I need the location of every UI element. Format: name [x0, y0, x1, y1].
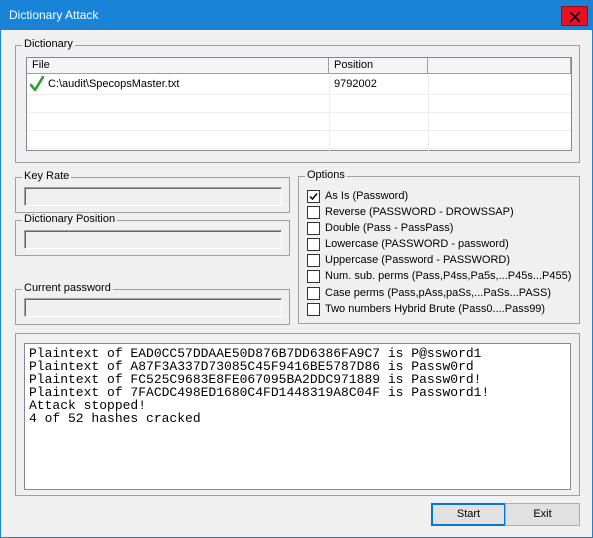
option-label: Case perms (Pass,pAss,paSs,...PaSs...PAS… — [325, 287, 551, 299]
dictionary-group-label: Dictionary — [22, 38, 75, 50]
column-header-empty[interactable] — [428, 58, 571, 74]
option-label: As Is (Password) — [325, 190, 409, 202]
list-row[interactable]: C:\audit\SpecopsMaster.txt 9792002 — [27, 75, 571, 94]
window-title: Dictionary Attack — [9, 8, 99, 22]
grid-line — [329, 75, 330, 151]
grid-line — [428, 75, 429, 151]
start-button[interactable]: Start — [431, 503, 506, 526]
key-rate-label: Key Rate — [22, 170, 72, 182]
checkbox[interactable] — [307, 303, 320, 316]
column-header-position[interactable]: Position — [329, 58, 428, 74]
option-label: Two numbers Hybrid Brute (Pass0....Pass9… — [325, 303, 546, 315]
grid-line — [27, 94, 571, 95]
dictionary-position-label: Dictionary Position — [22, 213, 118, 225]
list-header: File Position — [27, 58, 571, 74]
position-cell: 9792002 — [334, 78, 377, 90]
checkbox[interactable] — [307, 287, 320, 300]
current-password-field — [24, 298, 282, 317]
close-icon — [570, 12, 580, 22]
exit-button[interactable]: Exit — [505, 503, 580, 526]
checkbox[interactable] — [307, 190, 320, 203]
checkbox[interactable] — [307, 270, 320, 283]
options-label: Options — [305, 169, 347, 181]
dictionary-file-list[interactable]: File Position C:\audit\SpecopsMaster.txt… — [26, 57, 572, 151]
checkbox[interactable] — [307, 238, 320, 251]
output-log[interactable]: Plaintext of EAD0CC57DDAAE50D876B7DD6386… — [24, 343, 571, 490]
log-line: 4 of 52 hashes cracked — [29, 411, 201, 426]
close-button[interactable] — [561, 6, 588, 26]
current-password-label: Current password — [22, 282, 113, 294]
checkbox[interactable] — [307, 254, 320, 267]
option-label: Num. sub. perms (Pass,P4ss,Pa5s,...P45s.… — [325, 270, 572, 282]
key-rate-field — [24, 187, 282, 206]
checkmark-icon — [309, 193, 318, 201]
file-path-cell: C:\audit\SpecopsMaster.txt — [48, 78, 180, 90]
checkbox[interactable] — [307, 206, 320, 219]
dictionary-attack-window: Dictionary Attack Dictionary File Positi… — [0, 0, 593, 538]
grid-line — [27, 130, 571, 131]
option-label: Reverse (PASSWORD - DROWSSAP) — [325, 206, 514, 218]
option-label: Double (Pass - PassPass) — [325, 222, 454, 234]
checkbox[interactable] — [307, 222, 320, 235]
column-header-file[interactable]: File — [27, 58, 329, 74]
option-label: Uppercase (Password - PASSWORD) — [325, 254, 511, 266]
option-label: Lowercase (PASSWORD - password) — [325, 238, 509, 250]
title-bar[interactable]: Dictionary Attack — [1, 1, 592, 30]
grid-line — [27, 112, 571, 113]
dictionary-position-field — [24, 230, 282, 249]
grid-line — [27, 148, 571, 149]
